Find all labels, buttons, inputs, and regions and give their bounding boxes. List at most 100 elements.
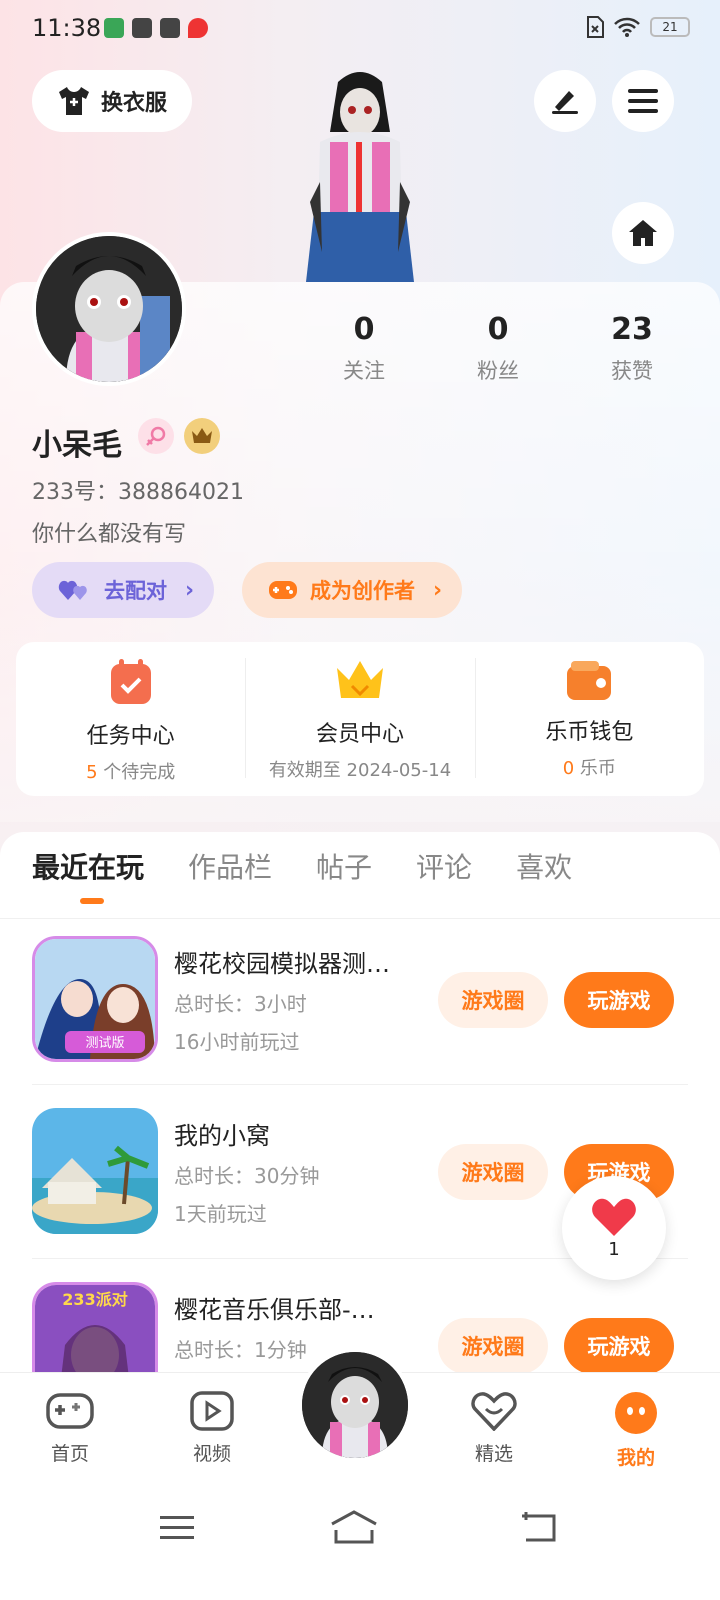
username: 小呆毛	[32, 428, 122, 463]
vip-center[interactable]: 会员中心 有效期至 2024-05-14	[245, 642, 474, 796]
smile-face-icon	[615, 1392, 657, 1434]
crown-icon	[336, 661, 383, 698]
user-bio: 你什么都没有写	[32, 522, 187, 547]
menu-icon	[628, 89, 658, 113]
nav-mine[interactable]: 我的	[586, 1391, 686, 1470]
floating-like-button[interactable]: 1	[562, 1176, 666, 1280]
stat-following[interactable]: 0 关注	[314, 312, 414, 385]
menu-button[interactable]	[612, 70, 674, 132]
stat-likes[interactable]: 23 获赞	[582, 312, 682, 385]
recent-apps-icon[interactable]	[160, 1514, 194, 1542]
app-notification-icon	[104, 18, 124, 38]
nav-video[interactable]: 视频	[162, 1391, 262, 1466]
battery-icon: 21	[650, 17, 690, 37]
status-bar: 11:38 21	[0, 0, 720, 58]
user-id: 233号：388864021	[32, 480, 244, 505]
game-row[interactable]: 测试版 樱花校园模拟器测… 总时长：3小时 16小时前玩过 游戏圈 玩游戏	[32, 936, 688, 1066]
home-nav-icon[interactable]	[330, 1510, 378, 1544]
avatar-image	[36, 236, 182, 382]
following-label: 关注	[343, 359, 385, 383]
vip-badge[interactable]	[184, 418, 220, 454]
play-icon	[190, 1391, 234, 1431]
heart-icon	[592, 1198, 636, 1236]
game-circle-button[interactable]: 游戏圈	[438, 972, 548, 1028]
vip-center-sub: 有效期至 2024-05-14	[268, 760, 452, 781]
nav-featured-label: 精选	[474, 1443, 513, 1465]
task-sub-text: 个待完成	[97, 762, 176, 783]
system-navigation-bar	[0, 1492, 720, 1600]
hearts-icon	[58, 580, 87, 600]
game-duration: 总时长：1分钟	[174, 1338, 307, 1362]
match-button[interactable]: 去配对 ›	[32, 562, 215, 618]
game-circle-button[interactable]: 游戏圈	[438, 1318, 548, 1374]
task-count: 5	[86, 762, 98, 783]
back-icon[interactable]	[520, 1512, 556, 1542]
followers-label: 粉丝	[477, 359, 519, 383]
nav-center-avatar[interactable]	[298, 1348, 412, 1462]
nav-featured[interactable]: 精选	[444, 1391, 544, 1466]
game-title: 樱花校园模拟器测…	[174, 950, 390, 978]
wallet-icon	[567, 661, 612, 700]
heart-outline-icon	[471, 1392, 517, 1431]
tab-comments[interactable]: 评论	[416, 846, 472, 886]
tab-likes[interactable]: 喜欢	[516, 846, 572, 886]
nav-mine-label: 我的	[616, 1447, 655, 1469]
play-game-button[interactable]: 玩游戏	[564, 972, 674, 1028]
nav-video-label: 视频	[192, 1443, 231, 1465]
edit-button[interactable]	[534, 70, 596, 132]
play-game-button[interactable]: 玩游戏	[564, 1318, 674, 1374]
nav-home-label: 首页	[50, 1443, 89, 1465]
tab-posts[interactable]: 帖子	[316, 846, 372, 886]
gender-badge	[138, 418, 174, 454]
gamepad-icon	[269, 581, 297, 599]
task-center[interactable]: 任务中心 5 个待完成	[16, 642, 245, 796]
vip-center-title: 会员中心	[315, 722, 404, 747]
chevron-right-icon: ›	[433, 577, 443, 603]
task-center-sub: 5 个待完成	[86, 758, 175, 784]
home-button[interactable]	[612, 202, 674, 264]
coin-wallet-title: 乐币钱包	[545, 720, 634, 745]
game-icon[interactable]: 测试版	[32, 936, 158, 1062]
followers-count: 0	[487, 312, 509, 347]
game-title: 樱花音乐俱乐部-…	[174, 1296, 375, 1324]
gamepad-icon	[46, 1393, 94, 1429]
like-count: 1	[608, 1238, 620, 1260]
game-title: 我的小窝	[174, 1122, 270, 1150]
game-duration: 总时长：3小时	[174, 992, 307, 1016]
crown-icon	[192, 428, 212, 443]
game-duration: 总时长：30分钟	[174, 1164, 320, 1188]
creator-label: 成为创作者	[310, 579, 415, 603]
avatar-3d-figure[interactable]	[290, 62, 430, 282]
tab-works[interactable]: 作品栏	[188, 846, 272, 886]
stat-followers[interactable]: 0 粉丝	[448, 312, 548, 385]
profile-avatar[interactable]	[32, 232, 186, 386]
female-icon	[146, 426, 166, 446]
mail-icon	[132, 18, 152, 38]
coin-count: 0	[562, 758, 575, 779]
video-notification-icon	[160, 18, 180, 38]
center-card: 任务中心 5 个待完成 会员中心 有效期至 2024-05-14 乐币钱包 0 …	[16, 642, 704, 796]
likes-count: 23	[611, 312, 653, 347]
nav-home[interactable]: 首页	[20, 1391, 120, 1466]
game-circle-button[interactable]: 游戏圈	[438, 1144, 548, 1200]
house-icon	[629, 220, 657, 246]
dress-up-button[interactable]: 换衣服	[32, 70, 192, 132]
wifi-icon	[614, 17, 640, 37]
sim-icon	[587, 16, 604, 38]
game-last-played: 1天前玩过	[174, 1202, 267, 1226]
shirt-icon	[58, 87, 89, 115]
dress-up-label: 换衣服	[100, 91, 167, 116]
tab-indicator	[80, 898, 104, 904]
calendar-check-icon	[110, 659, 151, 704]
game-icon[interactable]	[32, 1108, 158, 1234]
tabs-divider	[0, 918, 720, 919]
profile-tabs: 最近在玩 作品栏 帖子 评论 喜欢	[32, 846, 572, 886]
map-pin-icon	[188, 18, 208, 38]
game-icon-label: 测试版	[85, 1036, 124, 1051]
coin-wallet[interactable]: 乐币钱包 0 乐币	[474, 642, 704, 796]
system-icons: 21	[586, 16, 690, 38]
row-divider	[32, 1084, 688, 1085]
tab-recently-played[interactable]: 最近在玩	[32, 846, 144, 886]
notification-icons	[104, 18, 208, 38]
become-creator-button[interactable]: 成为创作者 ›	[242, 562, 463, 618]
